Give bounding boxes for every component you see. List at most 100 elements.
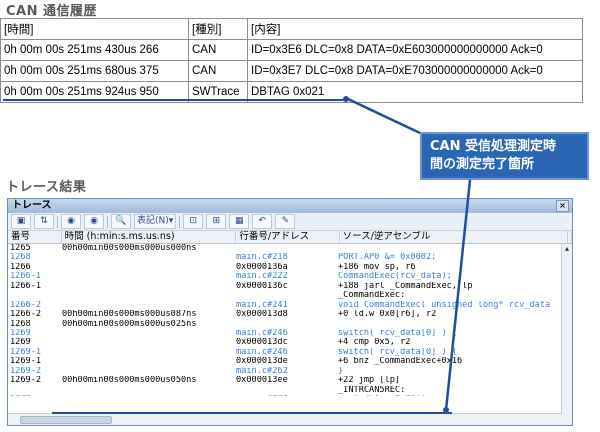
row-address: [234, 320, 336, 329]
row-number: 1266-1: [10, 281, 42, 291]
row-address: main.c#246: [236, 347, 288, 357]
trace-row[interactable]: 1266-1 0x0000136c +188 jarl _CommandExec, …: [8, 282, 572, 291]
row-number: 1269-2: [10, 376, 42, 386]
scroll-up-icon[interactable]: ▴: [562, 244, 572, 254]
row-number: 1269-1: [10, 347, 42, 357]
toolbar-button[interactable]: ▣: [11, 214, 31, 229]
row-address: main.c#224: [234, 395, 336, 396]
trace-row[interactable]: 1269-2 00h00min00s000ms000us050ns 0x000013…: [8, 376, 572, 385]
trace-row[interactable]: 1266 0x0000136a +186 mov sp, r6: [8, 263, 572, 272]
row-source: switch( rcv_data[0] ) {: [338, 328, 457, 338]
notation-dropdown-button[interactable]: 表記(N)▾: [134, 214, 177, 229]
row-time: [60, 338, 234, 347]
header-extra[interactable]: 混: [568, 231, 572, 243]
row-source: inst_dbtag_0x21();: [336, 395, 564, 396]
vertical-scrollbar[interactable]: ▴: [561, 244, 572, 425]
row-source: _CommandExec:: [338, 291, 406, 301]
can-content-cell: [内容]: [247, 18, 583, 40]
trace-row[interactable]: 1265 00h00min00s000ms000us000ns: [8, 244, 572, 253]
trace-row[interactable]: 1266-2 00h00min00s000ms000us087ns 0x000013…: [8, 310, 572, 319]
row-source: _INTRCAN5REC:: [338, 385, 406, 395]
trace-row[interactable]: 1266-2 main.c#241 void CommandExec( unsign…: [8, 301, 572, 310]
row-number: 1266-1: [10, 272, 42, 282]
can-row: 0h 00m 00s 251ms 430us 266 CAN ID=0x3E6 DL…: [0, 39, 583, 61]
row-number: [8, 291, 60, 300]
can-type-cell: [種別]: [188, 18, 248, 40]
row-time: [60, 282, 234, 291]
can-section-title: CAN 通信履歴: [6, 4, 98, 19]
trace-header: 番号 時間 (h:min:s.ms.us.ns) 行番号/アドレス ソース/逆ア…: [8, 231, 572, 244]
row-address: 0x0000136a: [236, 262, 288, 272]
row-time: 00h00min00s000ms000us025ns: [62, 319, 197, 329]
row-address: 0x000013ee: [236, 376, 288, 386]
trace-row[interactable]: 1269 0x000013dc +4 cmp 0x5, r2: [8, 338, 572, 347]
row-address: main.c#222: [236, 272, 288, 282]
toolbar-button[interactable]: ⇅: [34, 214, 54, 229]
horizontal-scroll-thumb[interactable]: [20, 416, 112, 424]
row-number: 1268: [10, 253, 31, 263]
row-number: 1266: [10, 262, 31, 272]
close-icon[interactable]: ×: [556, 200, 569, 212]
row-source: }: [338, 366, 344, 376]
row-source: [336, 320, 564, 329]
callout-line-1: CAN 受信処理測定時: [430, 139, 557, 154]
row-time: [60, 348, 234, 357]
row-source: PORT.AP0 &= 0x0002;: [338, 253, 437, 263]
row-time: [60, 357, 234, 366]
trace-row[interactable]: 1269 main.c#246 switch( rcv_data[0] ) {: [8, 329, 572, 338]
row-number: 1269-1: [10, 357, 42, 367]
toolbar-button[interactable]: 🔍: [111, 214, 131, 229]
trace-row[interactable]: _CommandExec:: [8, 291, 572, 300]
row-address: main.c#262: [236, 366, 288, 376]
row-time: [60, 329, 234, 338]
row-time: [60, 263, 234, 272]
toolbar-button[interactable]: ◉: [61, 214, 81, 229]
toolbar-button[interactable]: ◉: [84, 214, 104, 229]
toolbar-button[interactable]: ⊞: [206, 214, 227, 229]
header-source[interactable]: ソース/逆アセンブル: [340, 231, 568, 243]
row-address: main.c#218: [236, 253, 288, 263]
toolbar-button[interactable]: ↶: [252, 214, 273, 229]
row-source: +6 bnz _CommandExec+0x16: [338, 357, 463, 367]
row-number: 1270: [8, 395, 60, 396]
header-number[interactable]: 番号: [8, 231, 62, 243]
trace-window-titlebar: トレース ×: [8, 199, 572, 213]
trace-row[interactable]: 1269-1 main.c#246 switch( rcv_data[0] ) {: [8, 348, 572, 357]
row-address: 0x000013d8: [236, 310, 288, 320]
can-row: 0h 00m 00s 251ms 680us 375 CAN ID=0x3E7 DL…: [0, 60, 583, 82]
row-time: [60, 386, 234, 395]
trace-row[interactable]: 1266-1 main.c#222 CommandExec(rcv_data);: [8, 272, 572, 281]
row-time: [60, 253, 234, 262]
row-time: 00h00min00s000ms000us050ns: [62, 376, 197, 386]
row-address: [234, 386, 336, 395]
trace-row[interactable]: 1269-1 0x000013de +6 bnz _CommandExec+0x16: [8, 357, 572, 366]
row-address: 0x000013dc: [236, 338, 288, 348]
can-content-cell: ID=0x3E6 DLC=0x8 DATA=0xE603000000000000…: [247, 39, 583, 61]
trace-row[interactable]: _INTRCAN5REC:: [8, 386, 572, 395]
toolbar-button[interactable]: ✎: [275, 214, 296, 229]
row-source: void CommandExec( unsigned long* rcv_dat…: [338, 300, 551, 310]
row-source: +0 ld.w 0x0[r6], r2: [338, 310, 437, 320]
header-time[interactable]: 時間 (h:min:s.ms.us.ns): [62, 231, 237, 243]
trace-row-marker: [52, 412, 452, 414]
row-time: [60, 367, 234, 376]
horizontal-scrollbar[interactable]: [8, 413, 562, 425]
can-history-table: [時間] [種別] [内容] 0h 00m 00s 251ms 430us 266 CA…: [0, 18, 583, 103]
row-address: [234, 244, 336, 253]
callout-line-2: 間の測定完了箇所: [430, 157, 535, 172]
row-address: main.c#241: [236, 300, 288, 310]
row-source: [336, 244, 564, 253]
can-type-cell: CAN: [188, 60, 248, 82]
toolbar-button[interactable]: ⊡: [183, 214, 204, 229]
trace-window: トレース × ▣ ⇅ ◉ ◉ 🔍 表記(N)▾ ⊡ ⊞ ▦ ↶ ✎ 番号 時間 (h:min:s.m…: [7, 198, 573, 426]
trace-row[interactable]: 1269-2 main.c#262}: [8, 367, 572, 376]
header-address[interactable]: 行番号/アドレス: [236, 231, 340, 243]
row-address: [234, 291, 336, 300]
trace-row[interactable]: 1268 00h00min00s000ms000us025ns: [8, 320, 572, 329]
trace-row[interactable]: 1268 main.c#218 PORT.AP0 &= 0x0002;: [8, 253, 572, 262]
toolbar-separator: [107, 215, 108, 228]
trace-window-title: トレース: [12, 200, 52, 211]
trace-row[interactable]: 1270 main.c#224inst_dbtag_0x21();: [8, 395, 572, 396]
trace-section-title: トレース結果: [6, 180, 87, 195]
toolbar-button[interactable]: ▦: [229, 214, 250, 229]
